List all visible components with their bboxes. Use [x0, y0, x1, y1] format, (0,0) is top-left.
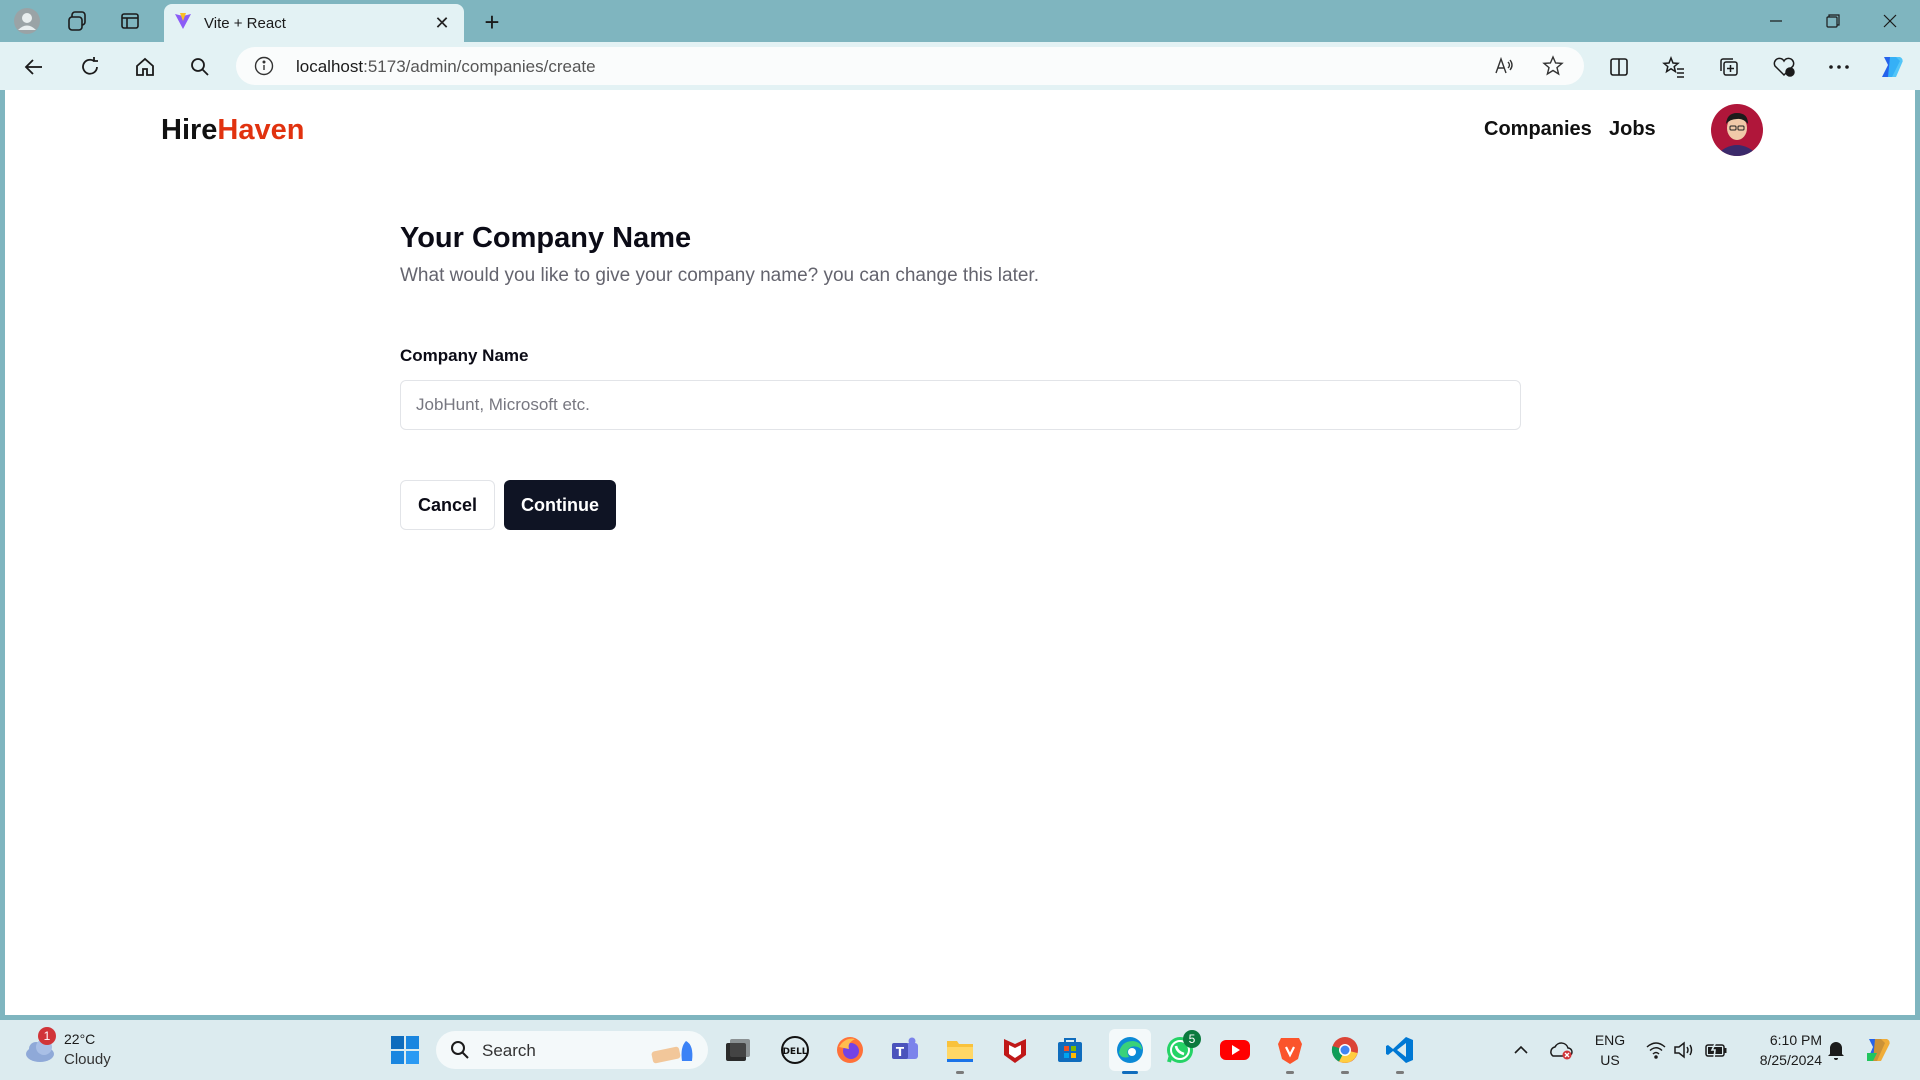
- tab-vite-react[interactable]: Vite + React ✕: [164, 4, 464, 42]
- whatsapp-badge: 5: [1183, 1030, 1201, 1048]
- running-indicator: [1286, 1071, 1294, 1074]
- tab-title: Vite + React: [204, 14, 286, 32]
- windows-start-icon[interactable]: [389, 1034, 421, 1066]
- cancel-button[interactable]: Cancel: [400, 480, 495, 530]
- weather-condition: Cloudy: [64, 1051, 111, 1068]
- microsoft-store-icon[interactable]: [1054, 1034, 1086, 1066]
- onedrive-offline-icon[interactable]: [1545, 1034, 1577, 1066]
- language-line1[interactable]: ENG: [1594, 1032, 1626, 1048]
- browser-essentials-icon[interactable]: [1768, 51, 1800, 83]
- site-info-icon[interactable]: [254, 56, 274, 81]
- youtube-icon[interactable]: [1219, 1034, 1251, 1066]
- clock-date[interactable]: 8/25/2024: [1738, 1052, 1822, 1068]
- minimize-icon[interactable]: [1748, 0, 1804, 42]
- running-indicator: [1341, 1071, 1349, 1074]
- copilot-icon[interactable]: [1876, 51, 1908, 83]
- company-name-input[interactable]: [400, 380, 1521, 430]
- nav-link-jobs[interactable]: Jobs: [1609, 118, 1656, 141]
- more-options-icon[interactable]: [1823, 51, 1855, 83]
- refresh-icon[interactable]: [74, 51, 106, 83]
- close-window-icon[interactable]: [1862, 0, 1918, 42]
- copilot-taskbar-icon[interactable]: [1862, 1034, 1894, 1066]
- taskbar-search-box[interactable]: Search: [436, 1031, 708, 1069]
- task-view-icon[interactable]: [722, 1034, 754, 1066]
- tab-actions-icon[interactable]: [115, 6, 145, 36]
- brave-icon[interactable]: [1274, 1034, 1306, 1066]
- avatar[interactable]: [1711, 104, 1763, 156]
- edge-browser-icon[interactable]: [1109, 1029, 1151, 1071]
- weather-alert-badge: 1: [38, 1027, 56, 1045]
- back-icon[interactable]: [18, 51, 50, 83]
- notifications-bell-icon[interactable]: [1820, 1034, 1852, 1066]
- address-url[interactable]: localhost:5173/admin/companies/create: [296, 57, 596, 77]
- weather-temperature: 22°C: [64, 1031, 96, 1047]
- brand-logo[interactable]: HireHaven: [161, 114, 304, 147]
- dell-app-icon[interactable]: DELL: [779, 1034, 811, 1066]
- brand-part-hire: Hire: [161, 114, 218, 146]
- taskbar-search-icon: [450, 1040, 470, 1065]
- page-subtitle: What would you like to give your company…: [400, 265, 1039, 286]
- svg-text:T: T: [896, 1045, 905, 1059]
- taskbar: 1 22°C Cloudy Search DELL T 5 ENG US 6:1…: [0, 1020, 1920, 1080]
- home-icon[interactable]: [129, 51, 161, 83]
- search-highlight-icon: [648, 1035, 700, 1070]
- clock-time[interactable]: 6:10 PM: [1738, 1032, 1822, 1048]
- continue-button[interactable]: Continue: [504, 480, 616, 530]
- company-name-label: Company Name: [400, 346, 529, 365]
- address-host: localhost: [296, 57, 364, 76]
- address-bar[interactable]: localhost:5173/admin/companies/create: [236, 47, 1584, 85]
- nav-link-companies[interactable]: Companies: [1484, 118, 1592, 141]
- collections-icon[interactable]: [1713, 51, 1745, 83]
- svg-text:DELL: DELL: [782, 1047, 807, 1057]
- vscode-icon[interactable]: [1384, 1034, 1416, 1066]
- profile-icon[interactable]: [12, 6, 42, 36]
- page-viewport: HireHaven Companies Jobs Your Company Na…: [5, 90, 1915, 1015]
- workspaces-icon[interactable]: [62, 6, 92, 36]
- read-aloud-icon[interactable]: [1490, 52, 1518, 80]
- favorites-icon[interactable]: [1658, 51, 1690, 83]
- taskbar-search-label: Search: [482, 1041, 536, 1060]
- battery-icon[interactable]: [1700, 1034, 1732, 1066]
- language-line2[interactable]: US: [1594, 1052, 1626, 1068]
- running-indicator: [1396, 1071, 1404, 1074]
- restore-icon[interactable]: [1805, 0, 1861, 42]
- active-indicator: [1122, 1071, 1138, 1074]
- firefox-icon[interactable]: [834, 1034, 866, 1066]
- new-tab-icon[interactable]: +: [476, 6, 508, 38]
- page-title: Your Company Name: [400, 222, 692, 254]
- browser-tab-strip: Vite + React ✕ +: [0, 0, 1920, 42]
- vite-logo-icon: [174, 12, 192, 35]
- search-icon[interactable]: [184, 51, 216, 83]
- chrome-icon[interactable]: [1329, 1034, 1361, 1066]
- file-explorer-icon[interactable]: [944, 1034, 976, 1066]
- volume-icon[interactable]: [1668, 1034, 1700, 1066]
- split-screen-icon[interactable]: [1603, 51, 1635, 83]
- teams-icon[interactable]: T: [889, 1034, 921, 1066]
- favorite-star-icon[interactable]: [1539, 52, 1567, 80]
- running-indicator: [956, 1071, 964, 1074]
- address-path: :5173/admin/companies/create: [363, 57, 596, 76]
- mcafee-icon[interactable]: [999, 1034, 1031, 1066]
- show-hidden-icons-chevron[interactable]: [1505, 1034, 1537, 1066]
- close-tab-icon[interactable]: ✕: [430, 11, 454, 35]
- brand-part-haven: Haven: [217, 114, 305, 146]
- browser-toolbar: localhost:5173/admin/companies/create: [0, 42, 1920, 90]
